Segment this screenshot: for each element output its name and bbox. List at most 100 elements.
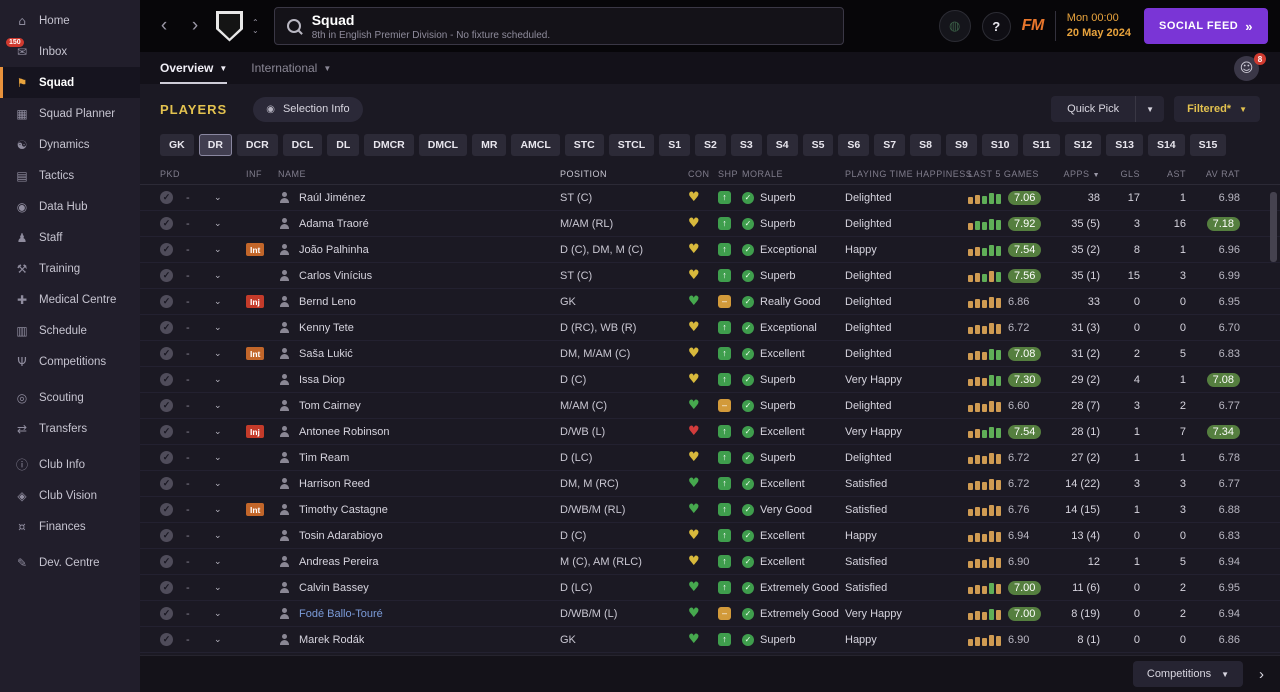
position-filter-s4[interactable]: S4 [766,134,798,156]
manager-avatars[interactable]: ☺ 8 [1234,53,1266,81]
forward-button[interactable]: › [183,11,207,41]
sidebar-item-schedule[interactable]: Schedule [0,315,140,346]
player-row[interactable]: - Fodé Ballo-Touré D/WB/M (L) – Extremel… [140,601,1280,627]
picked-cell[interactable] [160,503,186,516]
position-filter-dcl[interactable]: DCL [282,134,323,156]
col-playing-time[interactable]: PLAYING TIME HAPPINESS [845,169,972,179]
sidebar-item-inbox[interactable]: 150 Inbox [0,36,140,67]
position-filter-s15[interactable]: S15 [1189,134,1227,156]
position-filter-s2[interactable]: S2 [695,134,726,156]
col-goals[interactable]: GLS [1100,169,1140,179]
col-avg-rating[interactable]: AV RAT [1186,169,1240,179]
picked-cell[interactable] [160,399,186,412]
row-expand-chevron-icon[interactable] [214,556,246,567]
player-row[interactable]: - Adama Traoré M/AM (RL) ↑ Superb Deligh… [140,211,1280,237]
player-row[interactable]: - Harrison Reed DM, M (RC) ↑ Excellent S… [140,471,1280,497]
name-cell[interactable]: Tom Cairney [278,399,560,412]
name-cell[interactable]: Bernd Leno [278,295,560,308]
chevron-down-icon[interactable]: ▼ [1135,96,1164,122]
title-search-box[interactable]: Squad 8th in English Premier Division - … [273,7,844,45]
player-row[interactable]: - Int Saša Lukić DM, M/AM (C) ↑ Excellen… [140,341,1280,367]
row-expand-chevron-icon[interactable] [214,322,246,333]
picked-cell[interactable] [160,373,186,386]
player-row[interactable]: - Issa Diop D (C) ↑ Superb Very Happy 7.… [140,367,1280,393]
player-row[interactable]: - Inj Bernd Leno GK – Really Good Deligh… [140,289,1280,315]
sidebar-item-finances[interactable]: Finances [0,511,140,542]
competitions-button[interactable]: Competitions ▼ [1132,661,1243,687]
player-row[interactable]: - Calvin Bassey D (LC) ↑ Extremely Good … [140,575,1280,601]
position-filter-s10[interactable]: S10 [981,134,1019,156]
col-condition[interactable]: CON [688,169,718,179]
col-assists[interactable]: AST [1140,169,1186,179]
name-cell[interactable]: Marek Rodák [278,633,560,646]
col-sharpness[interactable]: SHP [718,169,742,179]
position-filter-stcl[interactable]: STCL [608,134,655,156]
position-filter-s9[interactable]: S9 [945,134,977,156]
position-filter-s7[interactable]: S7 [874,134,906,156]
back-button[interactable]: ‹ [152,11,176,41]
position-filter-s11[interactable]: S11 [1023,134,1060,156]
player-row[interactable]: - Andreas Pereira M (C), AM (RLC) ↑ Exce… [140,549,1280,575]
team-cycle-chevrons[interactable]: ⌃ ⌄ [252,18,259,34]
picked-cell[interactable] [160,451,186,464]
name-cell[interactable]: Harrison Reed [278,477,560,490]
picked-cell[interactable] [160,295,186,308]
sidebar-item-dynamics[interactable]: Dynamics [0,129,140,160]
position-filter-s1[interactable]: S1 [659,134,691,156]
name-cell[interactable]: Calvin Bassey [278,581,560,594]
row-expand-chevron-icon[interactable] [214,348,246,359]
row-expand-chevron-icon[interactable] [214,478,246,489]
sidebar-item-training[interactable]: Training [0,253,140,284]
status-badge[interactable]: Int [246,503,265,516]
col-inf[interactable]: INF [246,169,278,179]
player-row[interactable]: - Inj Antonee Robinson D/WB (L) ↑ Excell… [140,419,1280,445]
name-cell[interactable]: Antonee Robinson [278,425,560,438]
name-cell[interactable]: Issa Diop [278,373,560,386]
row-expand-chevron-icon[interactable] [214,452,246,463]
position-filter-stc[interactable]: STC [564,134,604,156]
position-filter-dr[interactable]: DR [198,134,232,156]
status-badge[interactable]: Inj [246,425,264,438]
row-expand-chevron-icon[interactable] [214,426,246,437]
col-apps-sorted[interactable]: APPS ▼ [1052,169,1100,179]
picked-cell[interactable] [160,529,186,542]
name-cell[interactable]: João Palhinha [278,243,560,256]
row-expand-chevron-icon[interactable] [214,374,246,385]
name-cell[interactable]: Saša Lukić [278,347,560,360]
next-screen-arrow[interactable]: › [1255,666,1268,683]
picked-cell[interactable] [160,633,186,646]
row-expand-chevron-icon[interactable] [214,192,246,203]
player-row[interactable]: - Kenny Tete D (RC), WB (R) ↑ Exceptiona… [140,315,1280,341]
player-row[interactable]: - Marek Rodák GK ↑ Superb Happy 6.90 8 (… [140,627,1280,653]
sidebar-item-squad[interactable]: Squad [0,67,140,98]
tab-international[interactable]: International ▼ [251,61,331,84]
player-row[interactable]: - Carlos Vinícius ST (C) ↑ Superb Deligh… [140,263,1280,289]
globe-icon[interactable]: ◍ [938,10,971,42]
selection-info-button[interactable]: ◉ Selection Info [253,96,363,122]
row-expand-chevron-icon[interactable] [214,530,246,541]
name-cell[interactable]: Timothy Castagne [278,503,560,516]
name-cell[interactable]: Tim Ream [278,451,560,464]
sidebar-item-scouting[interactable]: Scouting [0,382,140,413]
position-filter-amcl[interactable]: AMCL [511,134,560,156]
picked-cell[interactable] [160,321,186,334]
player-row[interactable]: - Tom Cairney M/AM (C) – Superb Delighte… [140,393,1280,419]
picked-cell[interactable] [160,555,186,568]
picked-cell[interactable] [160,269,186,282]
position-filter-dmcl[interactable]: DMCL [418,134,468,156]
status-badge[interactable]: Int [246,243,265,256]
vertical-scrollbar-thumb[interactable] [1270,192,1277,262]
sidebar-item-club-vision[interactable]: Club Vision [0,480,140,511]
col-name[interactable]: NAME [278,169,560,179]
position-filter-dl[interactable]: DL [327,134,360,156]
sidebar-item-medical-centre[interactable]: Medical Centre [0,284,140,315]
player-row[interactable]: - Int Timothy Castagne D/WB/M (RL) ↑ Ver… [140,497,1280,523]
picked-cell[interactable] [160,191,186,204]
col-last5[interactable]: LAST 5 GAMES [968,169,1052,179]
picked-cell[interactable] [160,347,186,360]
name-cell[interactable]: Adama Traoré [278,217,560,230]
player-row[interactable]: - Tim Ream D (LC) ↑ Superb Delighted 6.7… [140,445,1280,471]
picked-cell[interactable] [160,477,186,490]
name-cell[interactable]: Fodé Ballo-Touré [278,607,560,620]
position-filter-dcr[interactable]: DCR [236,134,278,156]
